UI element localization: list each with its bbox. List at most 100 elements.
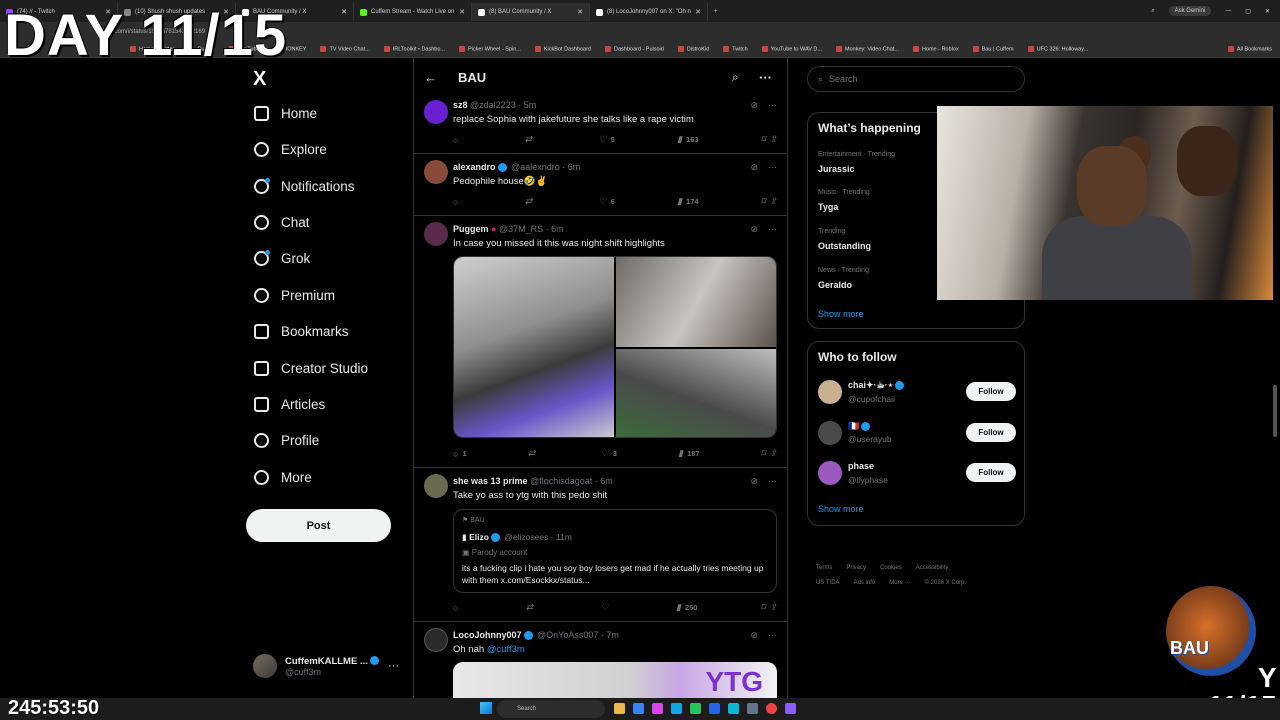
bookmark-item[interactable]: Home - Roblox [913, 46, 959, 53]
nav-bookmarks[interactable]: Bookmarks [254, 324, 349, 339]
app-icon[interactable] [747, 703, 758, 714]
share-icon[interactable]: ⇪ [769, 134, 777, 145]
views-button[interactable]: ▮ 187 [678, 448, 699, 459]
nav-profile[interactable]: Profile [254, 433, 319, 448]
like-button[interactable]: ♡ [601, 602, 613, 613]
like-button[interactable]: ♡ 6 [599, 196, 615, 207]
footer-link[interactable]: More ··· [889, 580, 910, 586]
tweet[interactable]: Puggem ● @37M_RS · 6m ⊘ ··· In case you m… [414, 216, 787, 468]
bookmark-icon[interactable]: ⌑ [761, 196, 766, 207]
like-button[interactable]: ♡ 5 [599, 134, 615, 145]
app-icon[interactable] [785, 703, 796, 714]
taskbar-search[interactable]: Search [497, 700, 605, 718]
chrome-icon[interactable] [766, 703, 777, 714]
bookmark-item[interactable]: YouTube to WAV D... [762, 46, 822, 53]
more-horizontal-icon[interactable]: ··· [768, 100, 777, 111]
bookmark-item[interactable]: Monkey: Video Chat... [836, 46, 899, 53]
reply-button[interactable]: ○ [453, 602, 462, 613]
app-icon[interactable] [728, 703, 739, 714]
new-tab-button[interactable]: + [708, 3, 728, 21]
app-icon[interactable] [709, 703, 720, 714]
avatar[interactable] [424, 100, 448, 124]
browser-tab[interactable]: (8) LocoJohnny007 on X: "Oh n ✕ [590, 3, 708, 21]
footer-link[interactable]: Cookies [880, 565, 902, 571]
nav-creator-studio[interactable]: Creator Studio [254, 361, 368, 376]
tweet-author[interactable]: Puggem [453, 224, 489, 234]
search-input[interactable]: ⌕ Search [807, 66, 1025, 92]
tweet-author[interactable]: alexandro [453, 162, 496, 172]
bookmark-icon[interactable]: ⌑ [761, 602, 766, 613]
follow-button[interactable]: Follow [966, 382, 1016, 401]
nav-home[interactable]: Home [254, 106, 317, 121]
more-horizontal-icon[interactable]: ··· [388, 660, 399, 672]
tweet[interactable]: she was 13 prime @flochisdagoat · 6m ⊘ ··… [414, 468, 787, 622]
ask-gemini-button[interactable]: Ask Gemini [1168, 6, 1212, 16]
bookmark-item[interactable]: Dashboard - Pulsoid [605, 46, 664, 53]
close-icon[interactable]: ✕ [695, 8, 701, 16]
views-button[interactable]: ▮ 250 [676, 602, 697, 613]
avatar[interactable] [424, 222, 448, 246]
show-more-link[interactable]: Show more [818, 309, 864, 319]
views-button[interactable]: ▮ 174 [677, 196, 698, 207]
footer-link[interactable]: Privacy [846, 565, 866, 571]
share-icon[interactable]: ⇪ [769, 602, 777, 613]
grok-icon[interactable]: ⊘ [750, 630, 758, 641]
edge-icon[interactable] [671, 703, 682, 714]
grok-icon[interactable]: ⊘ [750, 224, 758, 235]
avatar[interactable] [818, 380, 842, 404]
browser-tab-active[interactable]: (8) BAU Community / X ✕ [472, 3, 590, 21]
avatar[interactable] [424, 474, 448, 498]
footer-link[interactable]: US TIDA [816, 580, 840, 586]
avatar[interactable] [424, 160, 448, 184]
views-button[interactable]: ▮ 163 [677, 134, 698, 145]
windows-start-icon[interactable] [480, 702, 492, 714]
post-button[interactable]: Post [246, 509, 391, 542]
account-switcher[interactable]: CuffemKALLME ... @cuff3m ··· [253, 654, 399, 678]
more-horizontal-icon[interactable]: ··· [768, 630, 777, 641]
footer-link[interactable]: Ads info [854, 580, 876, 586]
tweet-time[interactable]: · 6m [595, 476, 613, 486]
tweet-media-image[interactable] [616, 349, 776, 437]
grok-icon[interactable]: ⊘ [750, 162, 758, 173]
bookmark-icon[interactable]: ⌑ [761, 134, 766, 145]
more-horizontal-icon[interactable]: ··· [768, 476, 777, 487]
tweet-time[interactable]: · 6m [546, 224, 564, 234]
reply-button[interactable]: ○ [453, 134, 462, 145]
follow-button[interactable]: Follow [966, 423, 1016, 442]
back-arrow-icon[interactable]: ← [424, 70, 437, 85]
footer-link[interactable]: Terms [816, 565, 832, 571]
share-icon[interactable]: ⇪ [769, 196, 777, 207]
browser-tab[interactable]: Cuffem Stream - Watch Live on ✕ [354, 3, 472, 21]
x-logo-icon[interactable]: X [253, 68, 266, 91]
show-more-link[interactable]: Show more [818, 504, 864, 514]
close-icon[interactable]: ✕ [341, 8, 347, 16]
photos-icon[interactable] [652, 703, 663, 714]
search-tabs-icon[interactable]: ⌕ [1151, 8, 1154, 15]
avatar[interactable] [818, 421, 842, 445]
minimize-icon[interactable]: — [1225, 8, 1231, 14]
like-button[interactable]: ♡ 3 [601, 448, 617, 459]
repost-button[interactable]: ⇄ [528, 448, 540, 459]
repost-button[interactable]: ⇄ [525, 196, 537, 207]
tweet-author[interactable]: she was 13 prime [453, 476, 528, 486]
nav-articles[interactable]: Articles [254, 397, 325, 412]
nav-chat[interactable]: Chat [254, 215, 310, 230]
tweet-handle[interactable]: @OnYoAss007 [537, 630, 598, 640]
tweet-handle[interactable]: @aalexndro [511, 162, 560, 172]
grok-icon[interactable]: ⊘ [750, 100, 758, 111]
tweet[interactable]: LocoJohnny007 @OnYoAss007 · 7m ⊘ ··· Oh n… [414, 622, 787, 702]
tweet-time[interactable]: · 6m [562, 162, 580, 172]
close-window-icon[interactable]: ✕ [1265, 8, 1270, 15]
nav-grok[interactable]: Grok [254, 250, 310, 266]
tweet-handle[interactable]: @37M_RS [499, 224, 543, 234]
nav-premium[interactable]: Premium [254, 288, 335, 303]
avatar[interactable] [424, 628, 448, 652]
mention-link[interactable]: @cuff3m [487, 644, 525, 655]
bookmark-item[interactable]: Twitch [723, 46, 748, 53]
tweet-media-image[interactable]: YTG [453, 662, 777, 702]
maximize-icon[interactable]: ▢ [1245, 8, 1251, 15]
quoted-tweet[interactable]: ⚑ BAU ▮ Elizo @elizosees · 11m ▣ Parody … [453, 509, 777, 593]
nav-notifications[interactable]: Notifications [254, 178, 355, 194]
tweet[interactable]: sz8 @zdai2223 · 5m ⊘ ··· replace Sophia w… [414, 92, 787, 154]
tweet-media-grid[interactable] [453, 256, 777, 438]
